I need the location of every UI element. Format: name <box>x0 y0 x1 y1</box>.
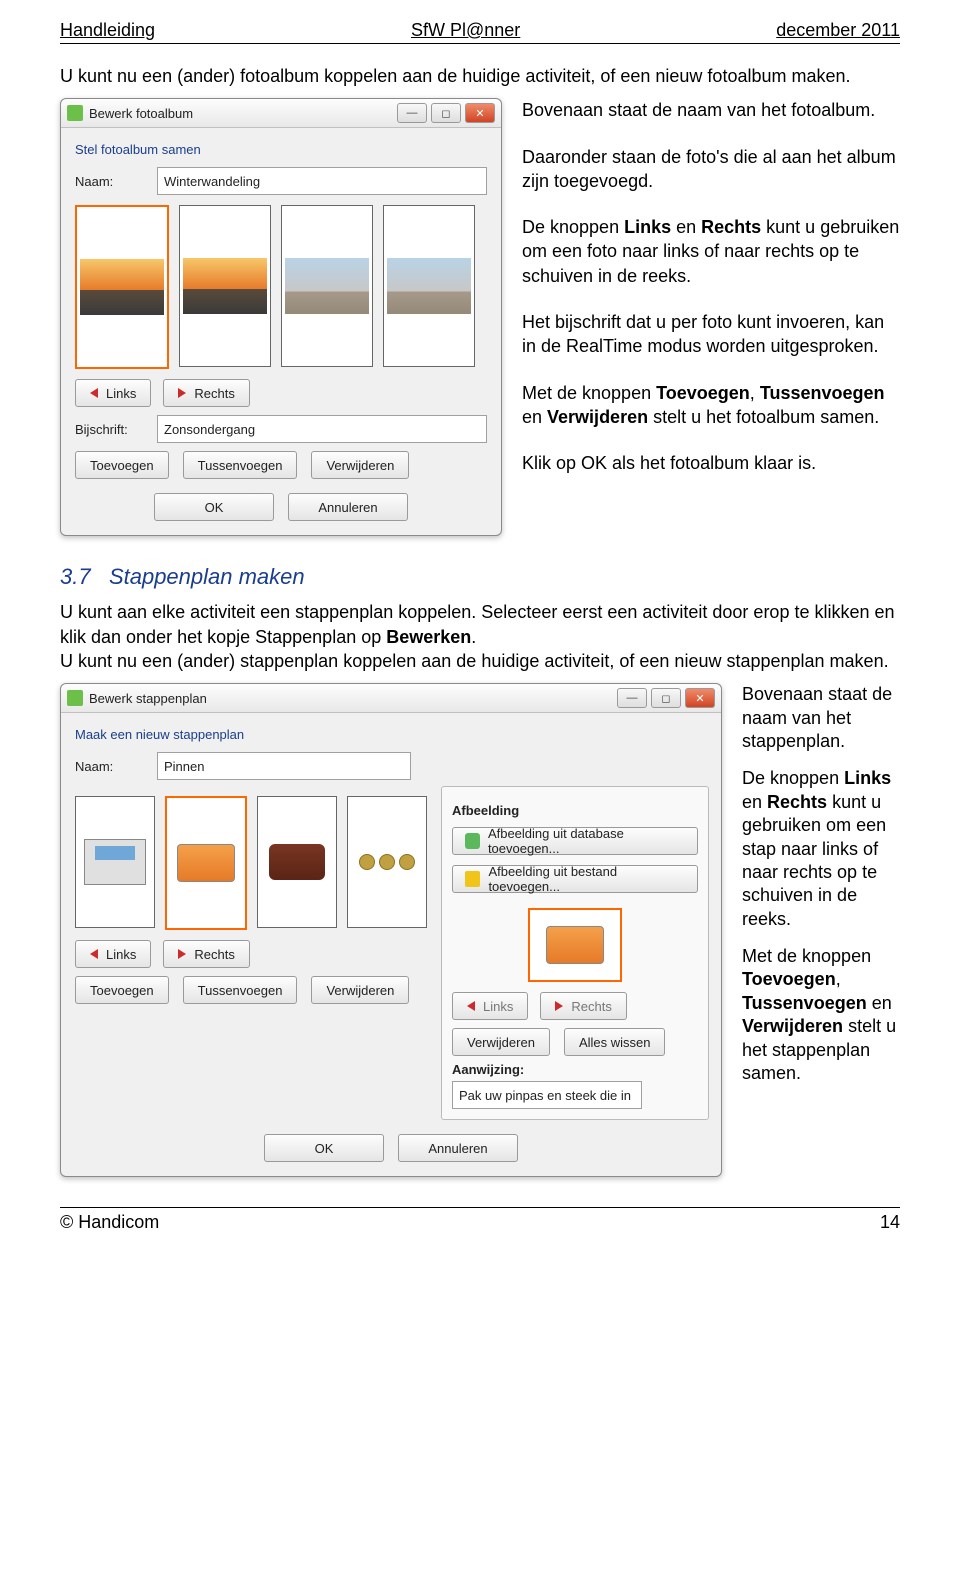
app-icon-2 <box>67 690 83 706</box>
page-header: Handleiding SfW Pl@nner december 2011 <box>60 20 900 44</box>
panel-verwijderen-button[interactable]: Verwijderen <box>452 1028 550 1056</box>
side2-p2: De knoppen Links en Rechts kunt u gebrui… <box>742 767 900 931</box>
tussenvoegen-button-2[interactable]: Tussenvoegen <box>183 976 298 1004</box>
side1-p5: Met de knoppen Toevoegen, Tussenvoegen e… <box>522 381 900 430</box>
side1-p4: Het bijschrift dat u per foto kunt invoe… <box>522 310 900 359</box>
titlebar-2: Bewerk stappenplan — ◻ ✕ <box>61 684 721 713</box>
step-thumb-3[interactable] <box>257 796 337 928</box>
links-button-2[interactable]: Links <box>75 940 151 968</box>
titlebar: Bewerk fotoalbum — ◻ ✕ <box>61 99 501 128</box>
step-thumb-2[interactable] <box>165 796 247 930</box>
caption-label: Bijschrift: <box>75 422 145 437</box>
thumb-1[interactable] <box>75 205 169 369</box>
links-button[interactable]: Links <box>75 379 151 407</box>
maximize-button-2[interactable]: ◻ <box>651 688 681 708</box>
footer-right: 14 <box>880 1212 900 1233</box>
close-button-2[interactable]: ✕ <box>685 688 715 708</box>
header-center: SfW Pl@nner <box>411 20 520 41</box>
arrow-left-icon-3 <box>467 1001 475 1011</box>
toevoegen-button[interactable]: Toevoegen <box>75 451 169 479</box>
ok-button[interactable]: OK <box>154 493 274 521</box>
side-text-1: Bovenaan staat de naam van het fotoalbum… <box>522 98 900 497</box>
maximize-button[interactable]: ◻ <box>431 103 461 123</box>
arrow-left-icon-2 <box>90 949 98 959</box>
side2-p1: Bovenaan staat de naam van het stappenpl… <box>742 683 900 753</box>
intro-paragraph-1: U kunt nu een (ander) fotoalbum koppelen… <box>60 64 900 88</box>
verwijderen-button-2[interactable]: Verwijderen <box>311 976 409 1004</box>
arrow-right-icon-2 <box>178 949 186 959</box>
header-left: Handleiding <box>60 20 155 41</box>
caption-input[interactable] <box>157 415 487 443</box>
thumb-3[interactable] <box>281 205 373 367</box>
toevoegen-button-2[interactable]: Toevoegen <box>75 976 169 1004</box>
photo-thumbnails <box>75 205 487 369</box>
footer-left: © Handicom <box>60 1212 159 1233</box>
window-title-2: Bewerk stappenplan <box>89 691 207 706</box>
name-input[interactable] <box>157 167 487 195</box>
section-heading: 3.7 Stappenplan maken <box>60 564 900 590</box>
ok-button-2[interactable]: OK <box>264 1134 384 1162</box>
window-bewerk-fotoalbum: Bewerk fotoalbum — ◻ ✕ Stel fotoalbum sa… <box>60 98 502 536</box>
intro-paragraph-2: U kunt aan elke activiteit een stappenpl… <box>60 600 900 673</box>
step-thumb-4[interactable] <box>347 796 427 928</box>
header-right: december 2011 <box>776 20 900 41</box>
thumb-2[interactable] <box>179 205 271 367</box>
side1-p2: Daaronder staan de foto's die al aan het… <box>522 145 900 194</box>
afbeelding-panel: Afbeelding Afbeelding uit database toevo… <box>441 786 709 1120</box>
verwijderen-button[interactable]: Verwijderen <box>311 451 409 479</box>
window-bewerk-stappenplan: Bewerk stappenplan — ◻ ✕ Maak een nieuw … <box>60 683 722 1177</box>
annuleren-button-2[interactable]: Annuleren <box>398 1134 518 1162</box>
file-icon <box>465 871 480 887</box>
side2-p3: Met de knoppen Toevoegen, Tussenvoegen e… <box>742 945 900 1085</box>
rechts-button[interactable]: Rechts <box>163 379 249 407</box>
close-button[interactable]: ✕ <box>465 103 495 123</box>
group-title: Stel fotoalbum samen <box>75 142 487 157</box>
step-thumb-1[interactable] <box>75 796 155 928</box>
aanwijzing-input[interactable] <box>452 1081 642 1109</box>
name-input-2[interactable] <box>157 752 411 780</box>
selected-image-preview <box>528 908 622 982</box>
arrow-left-icon <box>90 388 98 398</box>
group-title-2: Maak een nieuw stappenplan <box>75 727 707 742</box>
app-icon <box>67 105 83 121</box>
minimize-button-2[interactable]: — <box>617 688 647 708</box>
page-footer: © Handicom 14 <box>60 1207 900 1233</box>
alles-wissen-button[interactable]: Alles wissen <box>564 1028 666 1056</box>
side1-p6: Klik op OK als het fotoalbum klaar is. <box>522 451 900 475</box>
aanwijzing-label: Aanwijzing: <box>452 1062 698 1077</box>
panel-links-button[interactable]: Links <box>452 992 528 1020</box>
rechts-button-2[interactable]: Rechts <box>163 940 249 968</box>
name-label-2: Naam: <box>75 759 145 774</box>
annuleren-button[interactable]: Annuleren <box>288 493 408 521</box>
side1-p1: Bovenaan staat de naam van het fotoalbum… <box>522 98 900 122</box>
name-label: Naam: <box>75 174 145 189</box>
panel-rechts-button[interactable]: Rechts <box>540 992 626 1020</box>
thumb-4[interactable] <box>383 205 475 367</box>
minimize-button[interactable]: — <box>397 103 427 123</box>
step-thumbnails <box>75 796 427 930</box>
side-text-2: Bovenaan staat de naam van het stappenpl… <box>742 683 900 1099</box>
arrow-right-icon <box>178 388 186 398</box>
arrow-right-icon-3 <box>555 1001 563 1011</box>
add-image-file-button[interactable]: Afbeelding uit bestand toevoegen... <box>452 865 698 893</box>
add-image-db-button[interactable]: Afbeelding uit database toevoegen... <box>452 827 698 855</box>
database-icon <box>465 833 480 849</box>
tussenvoegen-button[interactable]: Tussenvoegen <box>183 451 298 479</box>
window-title: Bewerk fotoalbum <box>89 106 193 121</box>
side1-p3: De knoppen Links en Rechts kunt u gebrui… <box>522 215 900 288</box>
afbeelding-label: Afbeelding <box>452 803 698 818</box>
